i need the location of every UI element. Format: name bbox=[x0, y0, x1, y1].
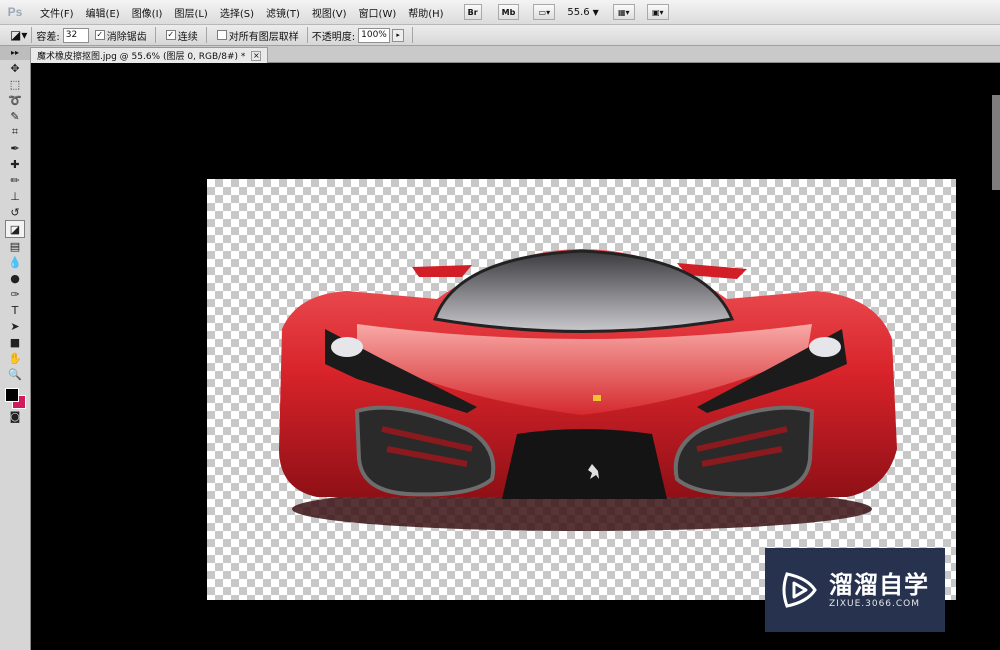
blur-tool-icon[interactable]: 💧 bbox=[6, 254, 24, 270]
zoom-tool-icon[interactable]: 🔍 bbox=[6, 366, 24, 382]
zoom-dropdown-icon[interactable]: ▼ bbox=[593, 8, 599, 17]
lasso-tool-icon[interactable]: ➰ bbox=[6, 92, 24, 108]
path-select-tool-icon[interactable]: ➤ bbox=[6, 318, 24, 334]
sample-all-layers-label: 对所有图层取样 bbox=[228, 31, 299, 43]
gradient-tool-icon[interactable]: ▤ bbox=[6, 238, 24, 254]
document-canvas[interactable] bbox=[207, 179, 956, 600]
document-tab-title: 魔术橡皮擦抠图.jpg @ 55.6% (图层 0, RGB/8#) * bbox=[37, 52, 246, 62]
contiguous-label: 连续 bbox=[177, 31, 198, 43]
opacity-label: 不透明度: bbox=[311, 31, 356, 43]
watermark: 溜溜自学 ZIXUE.3066.COM bbox=[765, 548, 945, 632]
shape-tool-icon[interactable]: ■ bbox=[6, 334, 24, 350]
move-tool-icon[interactable]: ✥ bbox=[6, 60, 24, 76]
crop-tool-icon[interactable]: ⌗ bbox=[6, 124, 24, 140]
antialias-label: 消除锯齿 bbox=[106, 31, 147, 43]
options-divider bbox=[412, 27, 414, 43]
options-divider bbox=[306, 27, 308, 43]
bridge-button[interactable]: Br bbox=[463, 4, 482, 20]
screen-mode-icon: ▣▾ bbox=[651, 7, 664, 17]
arrange-documents-button[interactable]: ▦▾ bbox=[612, 4, 635, 20]
menu-file[interactable]: 文件(F) bbox=[34, 5, 80, 20]
car-image bbox=[279, 249, 897, 531]
mini-bridge-button[interactable]: Mb bbox=[497, 4, 520, 20]
menu-layer[interactable]: 图层(L) bbox=[168, 5, 213, 20]
history-brush-tool-icon[interactable]: ↺ bbox=[6, 204, 24, 220]
zoom-level[interactable]: 55.6 bbox=[567, 7, 589, 18]
sample-all-layers-checkbox[interactable] bbox=[216, 30, 227, 40]
tools-panel-collapse-icon[interactable]: ▸▸ bbox=[0, 46, 30, 60]
contiguous-checkbox[interactable]: ✓ bbox=[165, 30, 176, 40]
tool-options-bar: ◪▾ 容差: 32 ✓ 消除锯齿 ✓ 连续 对所有图层取样 不透明度: 100%… bbox=[0, 25, 1000, 46]
healing-brush-tool-icon[interactable]: ✚ bbox=[6, 156, 24, 172]
view-extras-button[interactable]: ▭▾ bbox=[533, 4, 556, 20]
antialias-checkbox[interactable]: ✓ bbox=[94, 30, 105, 40]
play-logo-icon bbox=[782, 572, 817, 608]
watermark-name: 溜溜自学 bbox=[829, 571, 929, 599]
foreground-color-swatch[interactable] bbox=[5, 388, 19, 402]
document-tab-bar: 魔术橡皮擦抠图.jpg @ 55.6% (图层 0, RGB/8#) * × bbox=[30, 46, 1000, 63]
menu-view[interactable]: 视图(V) bbox=[306, 5, 353, 20]
sample-all-layers-option[interactable]: 对所有图层取样 bbox=[216, 28, 299, 43]
tolerance-input[interactable]: 32 bbox=[62, 27, 89, 43]
screen-mode-button[interactable]: ▣▾ bbox=[646, 4, 669, 20]
quick-select-tool-icon[interactable]: ✎ bbox=[6, 108, 24, 124]
menu-filter[interactable]: 滤镜(T) bbox=[260, 5, 306, 20]
document-tab[interactable]: 魔术橡皮擦抠图.jpg @ 55.6% (图层 0, RGB/8#) * × bbox=[30, 47, 269, 63]
quick-mask-icon[interactable]: ◙ bbox=[6, 408, 24, 424]
menu-help[interactable]: 帮助(H) bbox=[402, 5, 449, 20]
tools-list: ✥ ⬚ ➰ ✎ ⌗ ✒ ✚ ✏ ⊥ ↺ ◪ ▤ 💧 ● ✑ T ➤ ■ ✋ 🔍 bbox=[0, 60, 30, 382]
tolerance-label: 容差: bbox=[36, 31, 60, 43]
pen-tool-icon[interactable]: ✑ bbox=[6, 286, 24, 302]
opacity-input[interactable]: 100% bbox=[358, 27, 391, 43]
tool-preset-icon[interactable]: ◪▾ bbox=[10, 28, 27, 42]
clone-stamp-tool-icon[interactable]: ⊥ bbox=[6, 188, 24, 204]
color-swatches bbox=[0, 384, 30, 409]
type-tool-icon[interactable]: T bbox=[6, 302, 24, 318]
menu-window[interactable]: 窗口(W) bbox=[353, 5, 403, 20]
antialias-option[interactable]: ✓ 消除锯齿 bbox=[94, 28, 147, 43]
menu-image[interactable]: 图像(I) bbox=[126, 5, 169, 20]
menu-edit[interactable]: 编辑(E) bbox=[80, 5, 126, 20]
marquee-tool-icon[interactable]: ⬚ bbox=[6, 76, 24, 92]
photoshop-logo: Ps bbox=[7, 5, 23, 19]
options-divider bbox=[205, 27, 207, 43]
panel-scrollbar[interactable] bbox=[992, 95, 1000, 190]
eyedropper-tool-icon[interactable]: ✒ bbox=[6, 140, 24, 156]
opacity-slider-arrow-icon[interactable]: ▸ bbox=[392, 28, 405, 42]
hand-tool-icon[interactable]: ✋ bbox=[6, 350, 24, 366]
close-icon[interactable]: × bbox=[251, 50, 262, 61]
menu-select[interactable]: 选择(S) bbox=[214, 5, 260, 20]
tools-panel: ▸▸ ✥ ⬚ ➰ ✎ ⌗ ✒ ✚ ✏ ⊥ ↺ ◪ ▤ 💧 ● ✑ T ➤ ■ ✋ 🔍 ◙ bbox=[0, 46, 31, 650]
watermark-url: ZIXUE.3066.COM bbox=[829, 599, 921, 609]
view-extras-icon: ▭▾ bbox=[538, 7, 551, 17]
arrange-documents-icon: ▦▾ bbox=[617, 7, 630, 17]
magic-eraser-tool-icon[interactable]: ◪ bbox=[5, 220, 25, 238]
options-divider bbox=[154, 27, 156, 43]
contiguous-option[interactable]: ✓ 连续 bbox=[165, 28, 198, 43]
brush-tool-icon[interactable]: ✏ bbox=[6, 172, 24, 188]
menu-bar: Ps 文件(F) 编辑(E) 图像(I) 图层(L) 选择(S) 滤镜(T) 视… bbox=[0, 0, 1000, 25]
options-divider bbox=[31, 27, 33, 43]
dodge-tool-icon[interactable]: ● bbox=[6, 270, 24, 286]
